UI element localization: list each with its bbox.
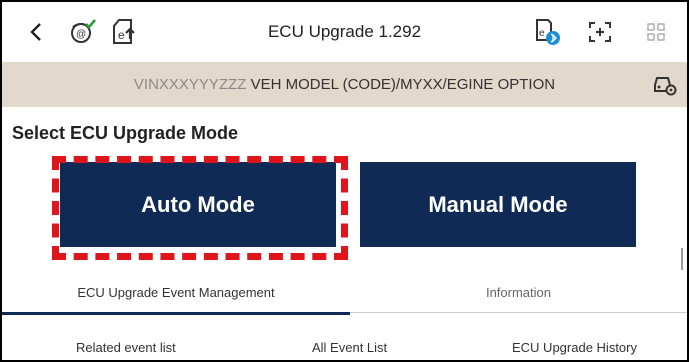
subtab-related-event-list[interactable]: Related event list xyxy=(76,340,176,355)
top-bar: @ e ECU Upgrade 1.292 e xyxy=(2,2,687,62)
subtab-all-event-list[interactable]: All Event List xyxy=(312,340,387,355)
tab-bar: ECU Upgrade Event Management Information xyxy=(2,272,687,313)
vin-text: VINXXXYYYZZZ xyxy=(133,76,247,93)
sd-card-bluetooth-icon[interactable]: e xyxy=(530,16,562,48)
vehicle-info-bar: VINXXXYYYZZZ VEH MODEL (CODE)/MYXX/EGINE… xyxy=(2,62,687,107)
app-window: @ e ECU Upgrade 1.292 e VINXXXYYYZZZ VEH… xyxy=(0,0,689,362)
vehicle-info: VINXXXYYYZZZ VEH MODEL (CODE)/MYXX/EGINE… xyxy=(2,76,687,93)
subtab-ecu-upgrade-history[interactable]: ECU Upgrade History xyxy=(512,340,637,355)
vehicle-details: VEH MODEL (CODE)/MYXX/EGINE OPTION xyxy=(246,76,556,93)
grid-apps-icon[interactable] xyxy=(640,16,672,48)
tab-information[interactable]: Information xyxy=(350,272,687,312)
active-tab-indicator xyxy=(2,312,350,315)
tab-ecu-upgrade-event-management[interactable]: ECU Upgrade Event Management xyxy=(2,272,350,312)
scrollbar[interactable] xyxy=(681,248,683,270)
section-heading: Select ECU Upgrade Mode xyxy=(12,123,239,143)
auto-mode-button[interactable]: Auto Mode xyxy=(60,162,336,247)
screenshot-frame-icon[interactable] xyxy=(584,16,616,48)
manual-mode-button[interactable]: Manual Mode xyxy=(360,162,636,247)
svg-text:e: e xyxy=(539,28,545,39)
vehicle-settings-icon[interactable] xyxy=(651,71,677,102)
